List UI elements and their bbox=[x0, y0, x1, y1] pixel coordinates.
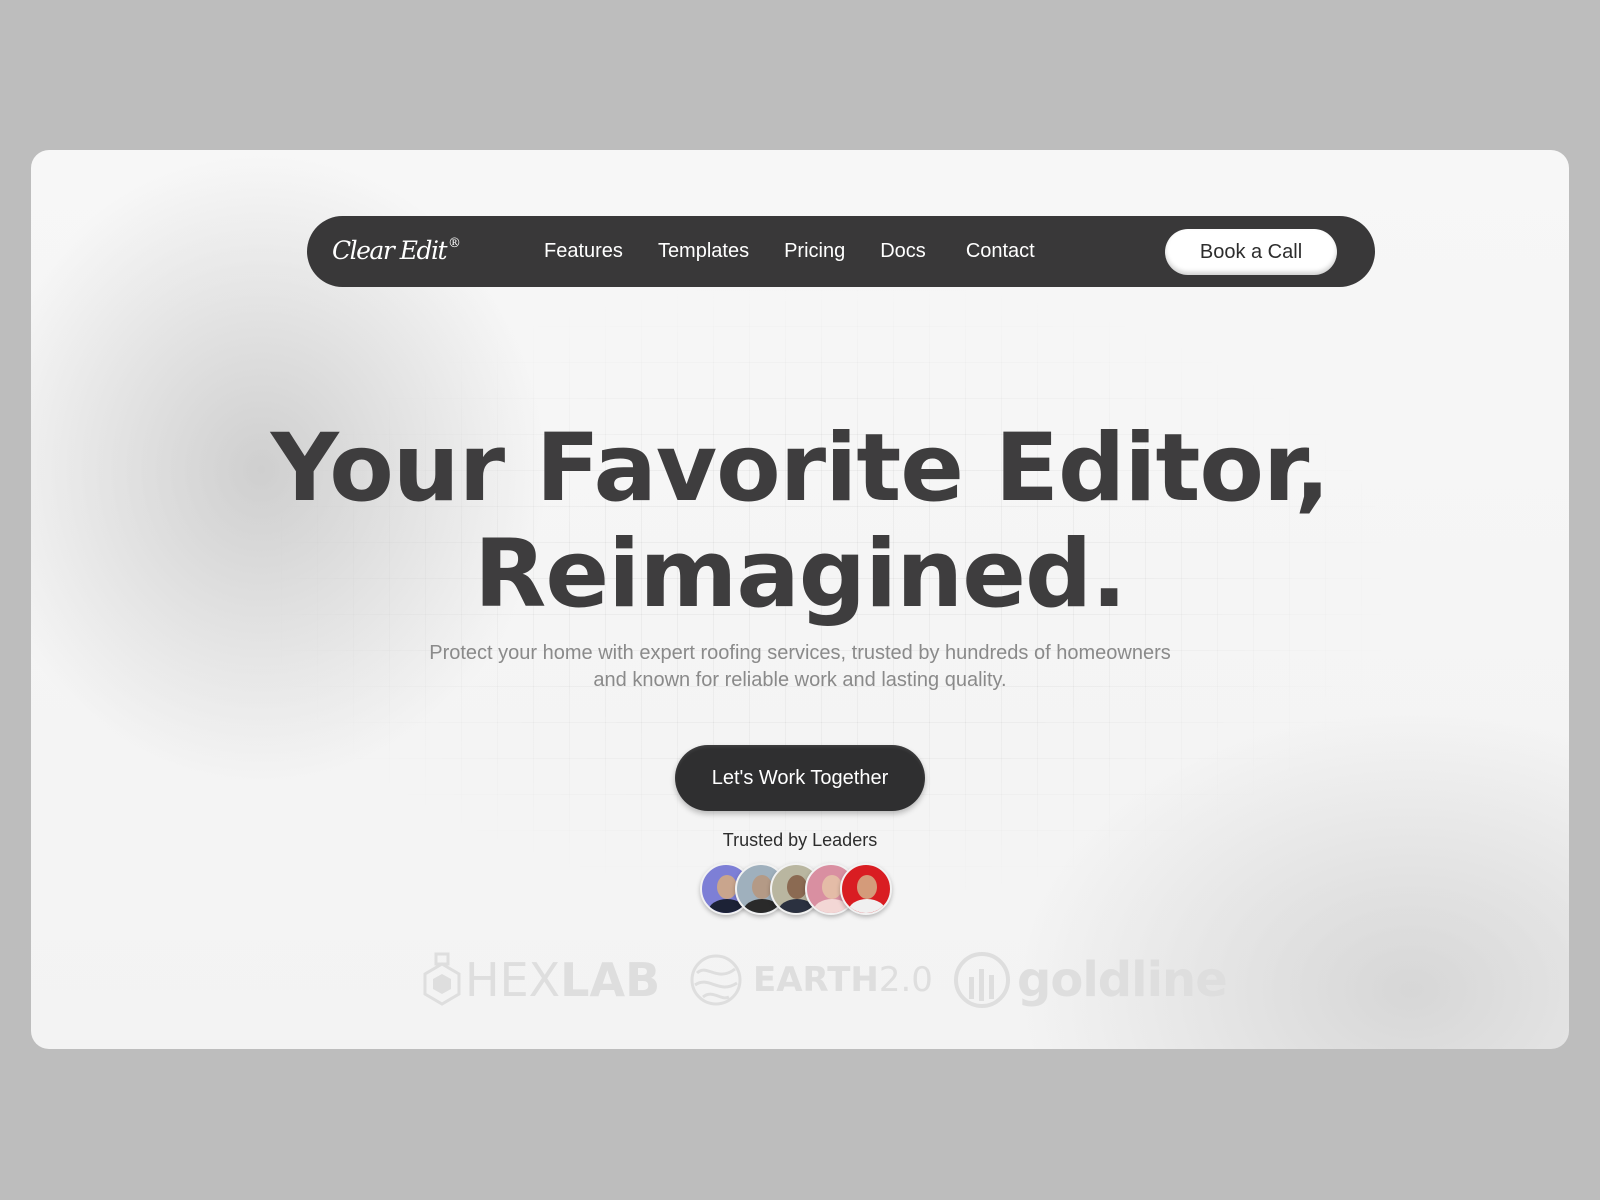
logo-text: Clear Edit bbox=[332, 236, 448, 265]
nav-link-docs[interactable]: Docs bbox=[880, 240, 926, 263]
avatar-group bbox=[700, 863, 910, 915]
subtitle-line-1: Protect your home with expert roofing se… bbox=[429, 642, 1171, 664]
partner-hexlab: HEX LAB bbox=[421, 945, 660, 1015]
hero-subtitle: Protect your home with expert roofing se… bbox=[31, 640, 1569, 694]
navbar: Clear Edit ® Features Templates Pricing D… bbox=[307, 216, 1375, 287]
hexlab-text-light: HEX bbox=[465, 953, 561, 1007]
partner-logos: HEX LAB EARTH 2.0 goldline bbox=[31, 945, 1569, 1015]
hero-card: Clear Edit ® Features Templates Pricing D… bbox=[31, 150, 1569, 1049]
earth-version-text: 2.0 bbox=[878, 960, 933, 1000]
nav-link-features[interactable]: Features bbox=[544, 240, 623, 263]
lets-work-together-button[interactable]: Let's Work Together bbox=[675, 745, 925, 811]
avatar-person-5 bbox=[840, 863, 892, 915]
earth-globe-icon bbox=[690, 954, 742, 1006]
book-a-call-button[interactable]: Book a Call bbox=[1165, 229, 1337, 275]
hexlab-icon bbox=[423, 952, 461, 1006]
partner-earth: EARTH 2.0 bbox=[689, 945, 933, 1015]
headline-line-2: Reimagined. bbox=[474, 520, 1127, 629]
nav-link-pricing[interactable]: Pricing bbox=[784, 240, 845, 263]
nav-links: Features Templates Pricing Docs Contact bbox=[544, 240, 1070, 263]
partner-goldline: goldline bbox=[953, 945, 1228, 1015]
hexlab-text-bold: LAB bbox=[560, 953, 661, 1007]
goldline-text: goldline bbox=[1017, 952, 1228, 1008]
brand-logo[interactable]: Clear Edit ® bbox=[332, 236, 461, 265]
nav-link-contact[interactable]: Contact bbox=[966, 240, 1035, 263]
goldline-bars-icon bbox=[954, 952, 1010, 1008]
registered-mark: ® bbox=[448, 236, 461, 251]
subtitle-line-2: and known for reliable work and lasting … bbox=[593, 669, 1007, 691]
earth-text: EARTH bbox=[753, 960, 879, 1000]
headline-line-1: Your Favorite Editor, bbox=[270, 414, 1331, 523]
trusted-by-label: Trusted by Leaders bbox=[722, 830, 878, 850]
nav-link-templates[interactable]: Templates bbox=[658, 240, 749, 263]
